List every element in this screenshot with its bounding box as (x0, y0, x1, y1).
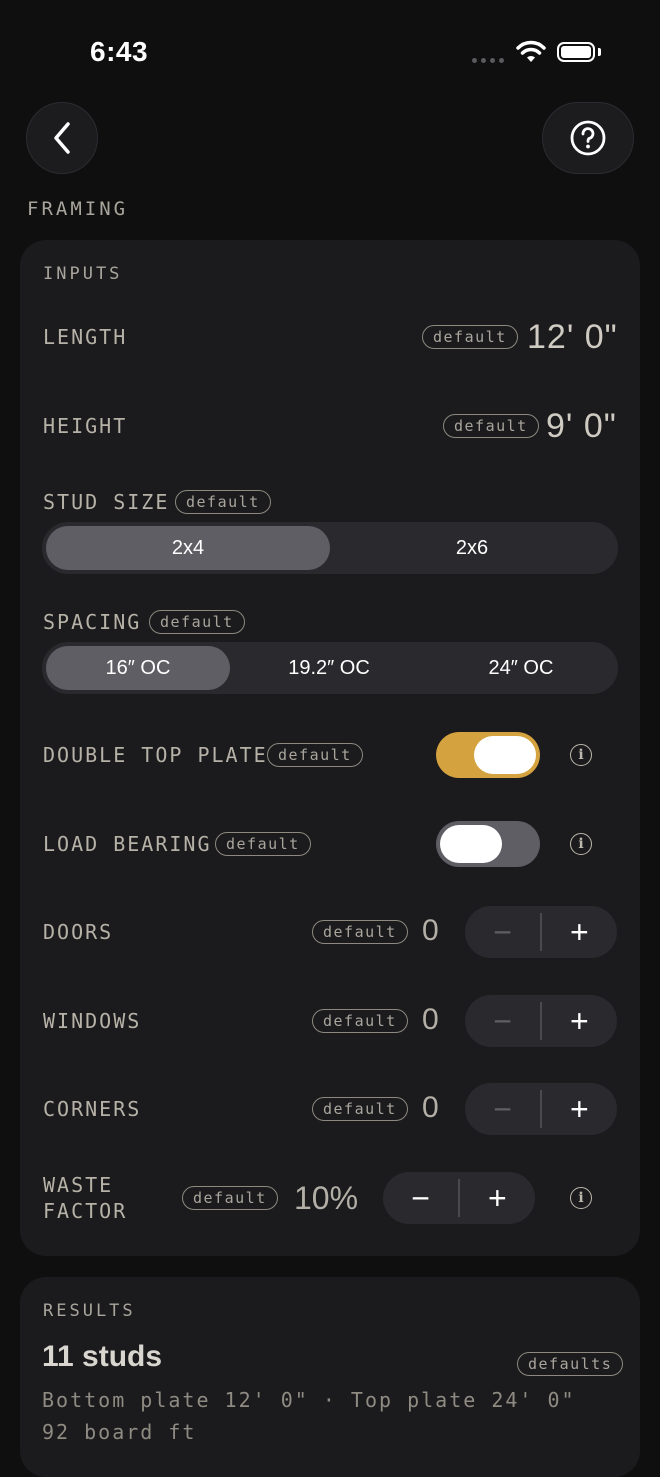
height-default-badge: default (443, 414, 539, 438)
waste-factor-value: 10% (294, 1180, 359, 1216)
windows-default-badge: default (312, 1009, 408, 1033)
doors-default-badge: default (312, 920, 408, 944)
info-icon[interactable]: i (570, 833, 592, 855)
battery-icon (557, 42, 595, 62)
stud-size-option-2x6[interactable]: 2x6 (330, 526, 614, 570)
windows-count: 0 (422, 1003, 439, 1036)
waste-factor-label-line2: FACTOR (43, 1199, 128, 1223)
waste-factor-decrement-button[interactable]: − (383, 1182, 458, 1214)
stud-size-default-badge: default (175, 490, 271, 514)
corners-default-badge: default (312, 1097, 408, 1121)
corners-decrement-button[interactable]: − (465, 1093, 540, 1125)
length-value[interactable]: 12' 0" (527, 318, 618, 357)
back-button[interactable] (26, 102, 98, 174)
doors-stepper: − + (465, 906, 617, 958)
corners-increment-button[interactable]: + (542, 1093, 617, 1125)
height-value[interactable]: 9' 0" (546, 407, 617, 446)
question-circle-icon (570, 120, 606, 156)
windows-label: WINDOWS (43, 1009, 142, 1033)
windows-stepper: − + (465, 995, 617, 1047)
spacing-default-badge: default (149, 610, 245, 634)
waste-factor-stepper: − + (383, 1172, 535, 1224)
double-top-plate-label: DOUBLE TOP PLATE (43, 743, 268, 767)
load-bearing-toggle[interactable] (436, 821, 540, 867)
results-title: RESULTS (43, 1301, 136, 1321)
spacing-option-16[interactable]: 16″ OC (46, 646, 230, 690)
double-top-plate-toggle[interactable] (436, 732, 540, 778)
spacing-option-24[interactable]: 24″ OC (428, 646, 614, 690)
inputs-title: INPUTS (43, 264, 123, 284)
corners-count: 0 (422, 1091, 439, 1124)
doors-decrement-button[interactable]: − (465, 916, 540, 948)
wifi-icon (516, 40, 546, 69)
status-time: 6:43 (90, 36, 149, 67)
windows-decrement-button[interactable]: − (465, 1005, 540, 1037)
load-bearing-default-badge: default (215, 832, 311, 856)
double-top-plate-default-badge: default (267, 743, 363, 767)
spacing-label: SPACING (43, 610, 142, 634)
length-label: LENGTH (43, 325, 128, 349)
help-button[interactable] (542, 102, 634, 174)
corners-stepper: − + (465, 1083, 617, 1135)
spacing-segmented-control: 16″ OC 19.2″ OC 24″ OC (42, 642, 618, 694)
results-board-feet: 92 board ft (42, 1420, 197, 1444)
corners-label: CORNERS (43, 1097, 142, 1121)
waste-factor-default-badge: default (182, 1186, 278, 1210)
section-title: FRAMING (27, 198, 129, 220)
results-plates: Bottom plate 12' 0" · Top plate 24' 0" (42, 1388, 576, 1412)
info-icon[interactable]: i (570, 744, 592, 766)
results-stud-count: 11 studs (42, 1340, 163, 1373)
stud-size-label: STUD SIZE (43, 490, 170, 514)
load-bearing-label: LOAD BEARING (43, 832, 212, 856)
waste-factor-increment-button[interactable]: + (460, 1182, 535, 1214)
stud-size-option-2x4[interactable]: 2x4 (46, 526, 330, 570)
windows-increment-button[interactable]: + (542, 1005, 617, 1037)
height-label: HEIGHT (43, 414, 128, 438)
cellular-signal-icon (472, 58, 504, 63)
waste-factor-label-line1: WASTE (43, 1173, 114, 1197)
stud-size-segmented-control: 2x4 2x6 (42, 522, 618, 574)
battery-tip (598, 48, 601, 56)
spacing-option-19-2[interactable]: 19.2″ OC (230, 646, 428, 690)
doors-increment-button[interactable]: + (542, 916, 617, 948)
length-default-badge: default (422, 325, 518, 349)
doors-count: 0 (422, 914, 439, 947)
doors-label: DOORS (43, 920, 114, 944)
results-defaults-badge: defaults (517, 1352, 624, 1376)
info-icon[interactable]: i (570, 1187, 592, 1209)
chevron-left-icon (54, 122, 70, 154)
